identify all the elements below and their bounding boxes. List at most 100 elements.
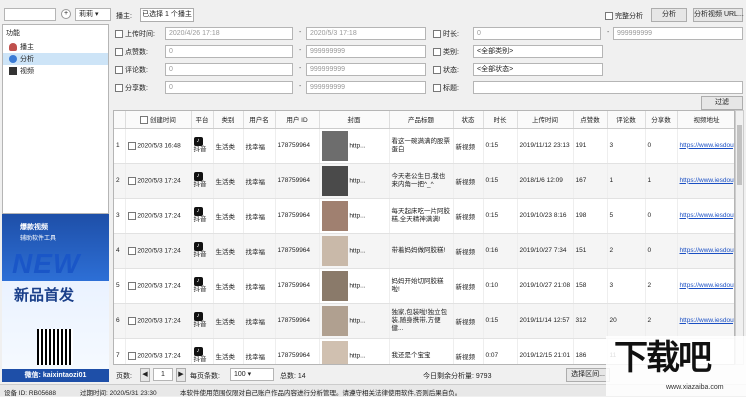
- col-header[interactable]: 点赞数: [573, 111, 608, 129]
- cell-cover[interactable]: http...: [319, 163, 390, 199]
- analyze-button[interactable]: 分析: [651, 8, 687, 22]
- col-header[interactable]: 上传时间: [517, 111, 574, 129]
- filter-button[interactable]: 过滤: [701, 96, 743, 110]
- category-select[interactable]: <全部类别>: [473, 45, 603, 58]
- cell-url[interactable]: https://www.iesdouyi...: [677, 233, 735, 269]
- table-row[interactable]: 6 2020/5/3 17:24 ♪ 抖音 生活类 找幸福 178759964 http…: [114, 303, 735, 339]
- sidebar-item-analysis[interactable]: 分析: [3, 53, 108, 65]
- category-filter-checkbox[interactable]: 类别:: [433, 47, 459, 57]
- per-page-select[interactable]: 100 ▾: [230, 368, 274, 381]
- col-header[interactable]: 产品标题: [389, 111, 454, 129]
- duration-to-input[interactable]: 999999999: [613, 27, 743, 40]
- cell-created[interactable]: 2020/5/3 16:48: [125, 128, 192, 164]
- analyze-url-button[interactable]: 分析视频 URL...: [693, 8, 744, 22]
- account-select[interactable]: [4, 8, 56, 21]
- col-header[interactable]: 状态: [453, 111, 484, 129]
- cell-cover[interactable]: http...: [319, 198, 390, 234]
- col-header[interactable]: 视频地址: [677, 111, 734, 129]
- status-filter-checkbox[interactable]: 状态:: [433, 65, 459, 75]
- sidebar-item-anchor[interactable]: 播主: [3, 41, 108, 53]
- row-checkbox[interactable]: [127, 316, 136, 325]
- shares-from-input[interactable]: 0: [165, 81, 293, 94]
- row-checkbox[interactable]: [127, 281, 136, 290]
- row-checkbox[interactable]: [127, 351, 136, 360]
- shares-to-input[interactable]: 999999999: [306, 81, 426, 94]
- col-header[interactable]: [114, 111, 126, 129]
- duration-filter-checkbox[interactable]: 时长:: [433, 29, 459, 39]
- cell-url[interactable]: https://www.iesdouyi...: [677, 303, 735, 339]
- duration-from-input[interactable]: 0: [473, 27, 601, 40]
- title-filter-checkbox[interactable]: 标题:: [433, 83, 459, 93]
- complete-analysis-checkbox[interactable]: 完整分析: [605, 11, 643, 21]
- table-row[interactable]: 3 2020/5/3 17:24 ♪ 抖音 生活类 找幸福 178759964 http…: [114, 198, 735, 234]
- video-link[interactable]: https://www.iesdouyi...: [680, 177, 735, 184]
- shares-filter-checkbox[interactable]: 分享数:: [115, 83, 148, 93]
- col-header[interactable]: 用户 ID: [275, 111, 320, 129]
- col-header[interactable]: 封面: [319, 111, 390, 129]
- cover-thumbnail[interactable]: [321, 200, 348, 231]
- cover-thumbnail[interactable]: [321, 340, 348, 364]
- video-link[interactable]: https://www.iesdouyi...: [680, 212, 735, 219]
- upload-filter-checkbox[interactable]: 上传时间:: [115, 29, 155, 39]
- col-header[interactable]: 分享数: [645, 111, 678, 129]
- page-input[interactable]: 1: [153, 368, 173, 381]
- cell-cover[interactable]: http...: [319, 233, 390, 269]
- table-row[interactable]: 4 2020/5/3 17:24 ♪ 抖音 生活类 找幸福 178759964 http…: [114, 233, 735, 269]
- favorite-select[interactable]: 莉莉 ▾: [75, 8, 111, 21]
- cell-url[interactable]: https://www.iesdouyi...: [677, 163, 735, 199]
- cover-thumbnail[interactable]: [321, 270, 348, 301]
- cell-cover[interactable]: http...: [319, 268, 390, 304]
- cell-url[interactable]: https://www.iesdouyi...: [677, 268, 735, 304]
- scrollbar-thumb[interactable]: [737, 125, 742, 185]
- cover-thumbnail[interactable]: [321, 305, 348, 336]
- cell-url[interactable]: https://www.iesdouyi...: [677, 128, 735, 164]
- col-header[interactable]: 平台: [191, 111, 214, 129]
- anchor-select-button[interactable]: 已选择 1 个播主: [140, 8, 194, 22]
- table-row[interactable]: 5 2020/5/3 17:24 ♪ 抖音 生活类 找幸福 178759964 http…: [114, 268, 735, 304]
- upload-from-input[interactable]: 2020/4/26 17:18: [165, 27, 293, 40]
- cover-thumbnail[interactable]: [321, 165, 348, 196]
- col-header[interactable]: 用户名: [243, 111, 276, 129]
- status-select[interactable]: <全部状态>: [473, 63, 603, 76]
- col-header[interactable]: 类别: [213, 111, 244, 129]
- video-link[interactable]: https://www.iesdouyi...: [680, 247, 735, 254]
- table-row[interactable]: 2 2020/5/3 17:24 ♪ 抖音 生活类 找幸福 178759964 http…: [114, 163, 735, 199]
- cell-created[interactable]: 2020/5/3 17:24: [125, 338, 192, 364]
- next-page-button[interactable]: ▶: [176, 368, 186, 382]
- video-link[interactable]: https://www.iesdouyi...: [680, 282, 735, 289]
- col-header[interactable]: 创建时间: [125, 111, 192, 129]
- cell-cover[interactable]: http...: [319, 303, 390, 339]
- cell-url[interactable]: https://www.iesdouyi...: [677, 198, 735, 234]
- cell-cover[interactable]: http...: [319, 128, 390, 164]
- col-header[interactable]: 时长: [483, 111, 518, 129]
- likes-filter-checkbox[interactable]: 点赞数:: [115, 47, 148, 57]
- table-row[interactable]: 1 2020/5/3 16:48 ♪ 抖音 生活类 找幸福 178759964 http…: [114, 128, 735, 164]
- upload-to-input[interactable]: 2020/5/3 17:18: [306, 27, 426, 40]
- comments-to-input[interactable]: 999999999: [306, 63, 426, 76]
- cell-created[interactable]: 2020/5/3 17:24: [125, 198, 192, 234]
- video-link[interactable]: https://www.iesdouyi...: [680, 142, 735, 149]
- likes-to-input[interactable]: 999999999: [306, 45, 426, 58]
- table-scrollbar[interactable]: [735, 110, 744, 365]
- cell-created[interactable]: 2020/5/3 17:24: [125, 233, 192, 269]
- row-checkbox[interactable]: [127, 246, 136, 255]
- row-checkbox[interactable]: [127, 176, 136, 185]
- likes-from-input[interactable]: 0: [165, 45, 293, 58]
- cover-thumbnail[interactable]: [321, 130, 348, 161]
- cell-created[interactable]: 2020/5/3 17:24: [125, 303, 192, 339]
- row-checkbox[interactable]: [127, 211, 136, 220]
- col-header[interactable]: 评论数: [607, 111, 646, 129]
- sidebar-item-video[interactable]: 视频: [3, 65, 108, 77]
- cell-created[interactable]: 2020/5/3 17:24: [125, 163, 192, 199]
- cover-thumbnail[interactable]: [321, 235, 348, 266]
- video-link[interactable]: https://www.iesdouyi...: [680, 317, 735, 324]
- ad-banner[interactable]: 爆款视频 辅助软件工具 NEW 新品首发 微信: kaixintaozi01: [2, 214, 109, 382]
- cell-cover[interactable]: http...: [319, 338, 390, 364]
- comments-from-input[interactable]: 0: [165, 63, 293, 76]
- cell-created[interactable]: 2020/5/3 17:24: [125, 268, 192, 304]
- row-checkbox[interactable]: [127, 141, 136, 150]
- title-input[interactable]: [473, 81, 743, 94]
- refresh-icon[interactable]: +: [61, 9, 71, 19]
- select-range-button[interactable]: 选择区间...: [566, 368, 610, 382]
- comments-filter-checkbox[interactable]: 评论数:: [115, 65, 148, 75]
